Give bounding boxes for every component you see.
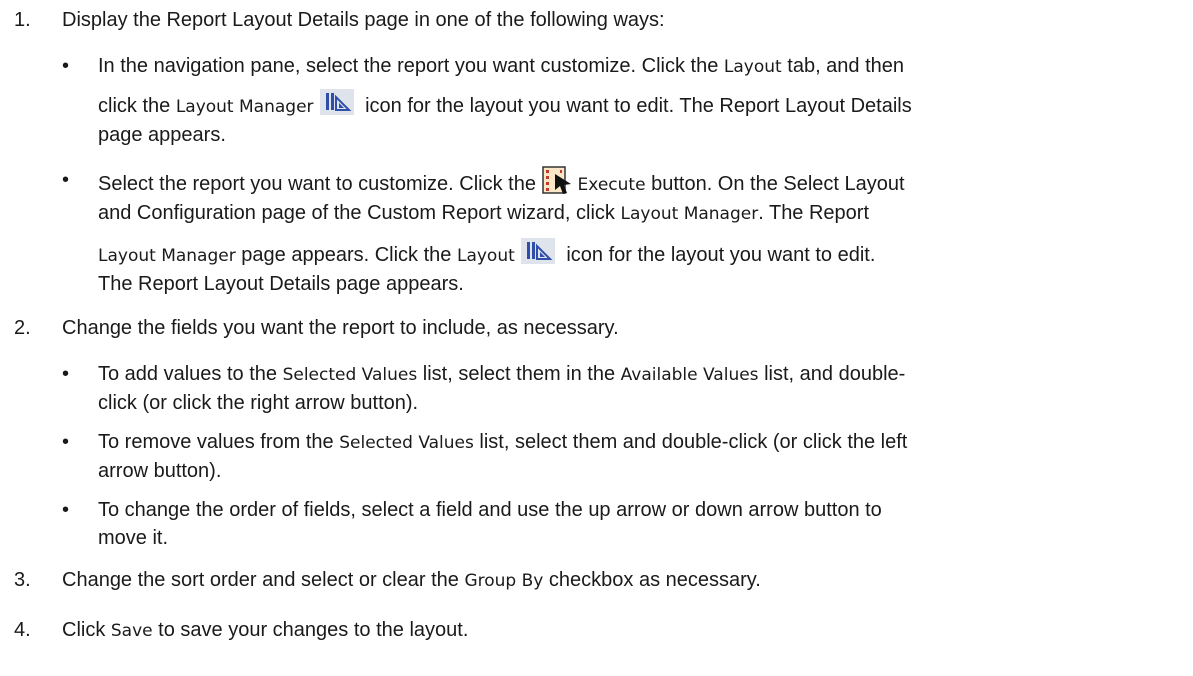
execute-icon[interactable] (541, 166, 574, 196)
selected-values-label: Selected Values (282, 365, 418, 385)
step-number: 3. (14, 569, 31, 591)
bullet-dot: • (62, 55, 70, 77)
layout-label: Layout (456, 246, 515, 266)
bullet-dot: • (62, 363, 70, 385)
step-number: 2. (14, 317, 31, 339)
step-text: Change the sort order and select or clea… (62, 569, 761, 591)
execute-button-label: Execute (577, 175, 646, 195)
step-text: Click Save to save your changes to the l… (62, 619, 469, 641)
layout-manager-icon[interactable] (319, 89, 354, 115)
group-by-label: Group By (464, 571, 544, 591)
layout-manager-label: Layout Manager (98, 246, 236, 266)
step-number: 4. (14, 619, 31, 641)
bullet-dot: • (62, 431, 70, 453)
bullet-dot: • (62, 499, 70, 521)
layout-manager-label: Layout Manager (620, 204, 759, 224)
layout-tab-label: Layout (723, 57, 782, 77)
layout-manager-label: Layout Manager (175, 97, 314, 117)
selected-values-label: Selected Values (339, 433, 474, 453)
step-text: Display the Report Layout Details page i… (62, 9, 665, 31)
bullet-dot: • (62, 169, 70, 191)
available-values-label: Available Values (620, 365, 759, 385)
step-text: Change the fields you want the report to… (62, 317, 619, 339)
layout-icon[interactable] (520, 238, 555, 264)
step-number: 1. (14, 9, 31, 31)
save-label: Save (110, 621, 153, 641)
